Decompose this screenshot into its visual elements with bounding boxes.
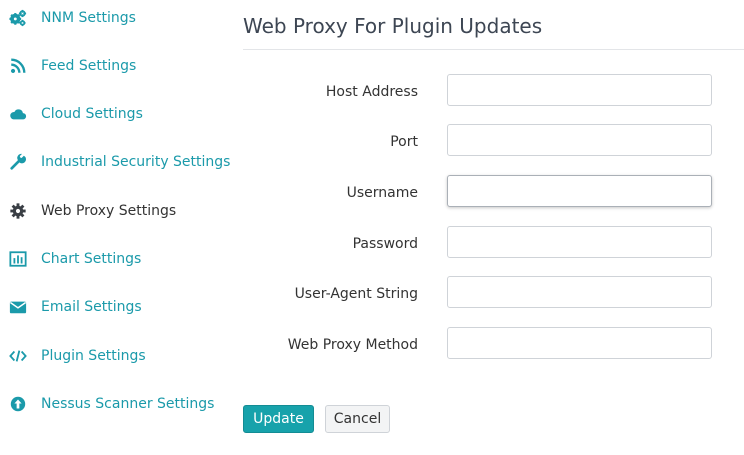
sidebar-item-label: Chart Settings bbox=[41, 251, 142, 267]
sidebar-item-nnm-settings[interactable]: NNM Settings bbox=[0, 3, 232, 33]
settings-sidebar: NNM Settings Feed Settings Cloud Setting… bbox=[0, 0, 235, 455]
gears-icon bbox=[8, 8, 28, 28]
settings-page: NNM Settings Feed Settings Cloud Setting… bbox=[0, 0, 744, 455]
sidebar-item-label: Cloud Settings bbox=[41, 106, 143, 122]
cancel-button[interactable]: Cancel bbox=[325, 405, 390, 433]
sidebar-item-label: NNM Settings bbox=[41, 10, 136, 26]
sidebar-item-email-settings[interactable]: Email Settings bbox=[0, 292, 232, 322]
page-title: Web Proxy For Plugin Updates bbox=[243, 14, 543, 38]
password-row: Password bbox=[243, 226, 723, 262]
cloud-icon bbox=[8, 104, 28, 124]
bar-chart-icon bbox=[8, 249, 28, 269]
port-input[interactable] bbox=[447, 124, 712, 156]
host-address-label: Host Address bbox=[325, 84, 418, 100]
host-address-input[interactable] bbox=[447, 74, 712, 106]
sidebar-item-nessus-scanner-settings[interactable]: Nessus Scanner Settings bbox=[0, 389, 232, 419]
update-button[interactable]: Update bbox=[243, 405, 314, 433]
arrow-circle-up-icon bbox=[8, 394, 28, 414]
wrench-icon bbox=[8, 152, 28, 172]
sidebar-item-feed-settings[interactable]: Feed Settings bbox=[0, 51, 232, 81]
username-label: Username bbox=[346, 185, 418, 201]
gear-icon bbox=[8, 201, 28, 221]
password-input[interactable] bbox=[447, 226, 712, 258]
sidebar-item-chart-settings[interactable]: Chart Settings bbox=[0, 244, 232, 274]
web-proxy-method-row: Web Proxy Method bbox=[243, 327, 723, 363]
sidebar-item-web-proxy-settings[interactable]: Web Proxy Settings bbox=[0, 196, 232, 226]
code-icon bbox=[8, 346, 28, 366]
username-row: Username bbox=[243, 175, 723, 211]
sidebar-item-label: Industrial Security Settings bbox=[41, 154, 231, 170]
web-proxy-method-input[interactable] bbox=[447, 327, 712, 359]
port-label: Port bbox=[390, 134, 418, 150]
envelope-icon bbox=[8, 297, 28, 317]
rss-icon bbox=[8, 56, 28, 76]
user-agent-row: User-Agent String bbox=[243, 276, 723, 312]
sidebar-item-label: Nessus Scanner Settings bbox=[41, 396, 215, 412]
sidebar-item-label: Feed Settings bbox=[41, 58, 137, 74]
title-divider bbox=[243, 49, 744, 50]
sidebar-item-label: Plugin Settings bbox=[41, 348, 146, 364]
user-agent-input[interactable] bbox=[447, 276, 712, 308]
sidebar-item-industrial-security-settings[interactable]: Industrial Security Settings bbox=[0, 147, 232, 177]
sidebar-item-label: Web Proxy Settings bbox=[41, 203, 177, 219]
web-proxy-method-label: Web Proxy Method bbox=[287, 337, 418, 353]
sidebar-item-label: Email Settings bbox=[41, 299, 142, 315]
sidebar-item-plugin-settings[interactable]: Plugin Settings bbox=[0, 341, 232, 371]
port-row: Port bbox=[243, 124, 723, 160]
user-agent-label: User-Agent String bbox=[294, 286, 418, 302]
host-address-row: Host Address bbox=[243, 74, 723, 110]
password-label: Password bbox=[352, 236, 418, 252]
username-input[interactable] bbox=[447, 175, 712, 207]
sidebar-item-cloud-settings[interactable]: Cloud Settings bbox=[0, 99, 232, 129]
